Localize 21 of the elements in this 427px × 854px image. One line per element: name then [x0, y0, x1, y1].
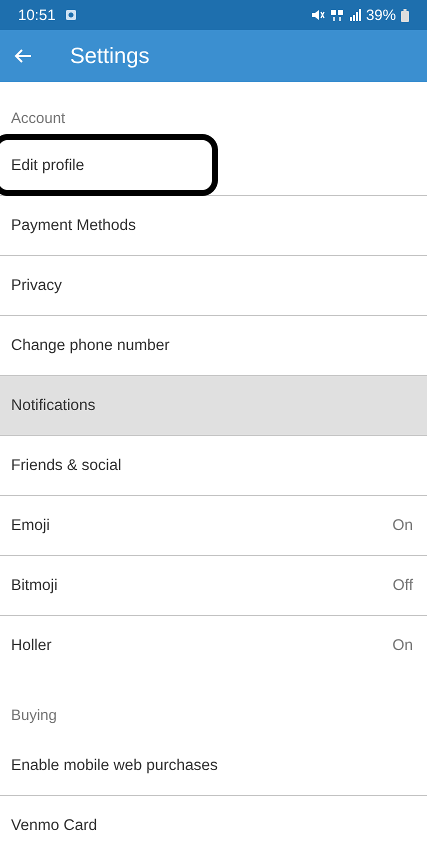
settings-item[interactable]: Holler On	[0, 616, 427, 676]
settings-item[interactable]: Payment Methods	[0, 196, 427, 256]
notification-icon	[64, 9, 77, 21]
network-icon	[330, 9, 344, 21]
settings-item[interactable]: Edit profile	[0, 136, 427, 196]
settings-item[interactable]: Enable mobile web purchases	[0, 736, 427, 796]
settings-item[interactable]: Friends & social	[0, 436, 427, 496]
status-time: 10:51	[18, 6, 56, 24]
mute-icon	[310, 9, 325, 21]
settings-item[interactable]: Venmo Card	[0, 796, 427, 854]
settings-item[interactable]: Emoji On	[0, 496, 427, 556]
settings-item[interactable]: Privacy	[0, 256, 427, 316]
back-icon[interactable]	[14, 48, 32, 64]
signal-icon	[348, 9, 361, 21]
battery-percent: 39%	[366, 6, 396, 24]
page-title: Settings	[70, 43, 150, 69]
battery-icon	[401, 8, 409, 22]
settings-item[interactable]: Bitmoji Off	[0, 556, 427, 616]
section-header: Account	[11, 110, 66, 127]
settings-item[interactable]: Notifications	[0, 376, 427, 436]
section-header: Buying	[11, 707, 57, 724]
